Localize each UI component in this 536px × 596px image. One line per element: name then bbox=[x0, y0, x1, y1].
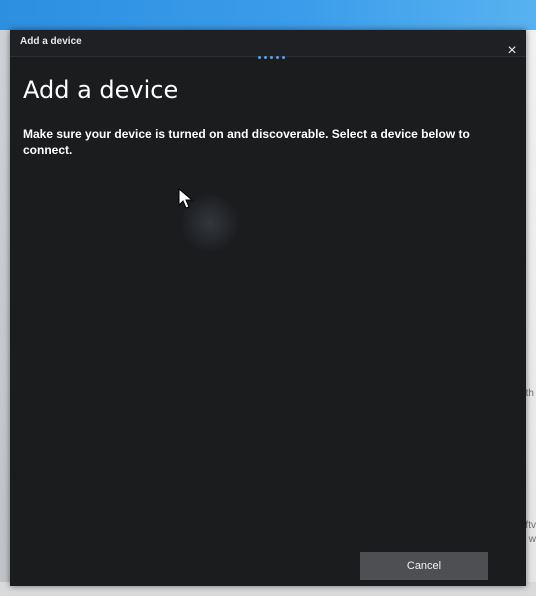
progress-dot bbox=[258, 56, 261, 59]
dialog-heading: Add a device bbox=[23, 76, 179, 104]
cancel-button[interactable]: Cancel bbox=[360, 552, 488, 580]
dialog-window-title: Add a device bbox=[20, 36, 82, 47]
progress-dot bbox=[282, 56, 285, 59]
progress-dot bbox=[264, 56, 267, 59]
progress-indicator bbox=[258, 56, 285, 59]
desktop-background-bar bbox=[0, 0, 536, 30]
add-device-dialog: Add a device × Add a device Make sure yo… bbox=[10, 30, 526, 586]
mouse-pointer-icon bbox=[178, 188, 194, 209]
dialog-instructions: Make sure your device is turned on and d… bbox=[23, 127, 470, 157]
progress-dot bbox=[276, 56, 279, 59]
close-button[interactable]: × bbox=[498, 38, 526, 64]
progress-dot bbox=[270, 56, 273, 59]
dialog-titlebar: Add a device × bbox=[10, 30, 526, 59]
